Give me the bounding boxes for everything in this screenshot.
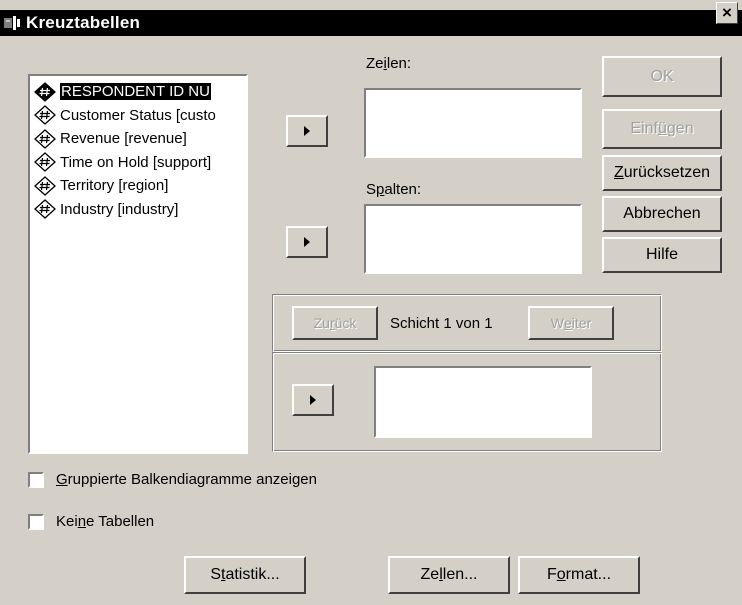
- variable-label: Customer Status [custo: [60, 106, 216, 124]
- rows-target-list[interactable]: [364, 88, 582, 158]
- cells-button[interactable]: Ze l len...: [388, 556, 510, 594]
- numeric-variable-icon: [34, 128, 60, 149]
- previous-layer-button[interactable]: Zu r ück: [292, 306, 378, 340]
- next-layer-button[interactable]: We iter: [528, 306, 614, 340]
- right-arrow-icon: [310, 395, 316, 405]
- ok-button[interactable]: OK: [602, 56, 722, 97]
- variable-list-item[interactable]: Territory [region]: [34, 174, 244, 198]
- numeric-variable-icon: [34, 175, 60, 196]
- layer-status: Schicht 1 von 1: [390, 315, 493, 332]
- right-arrow-icon: [304, 237, 310, 247]
- source-variable-list[interactable]: RESPONDENT ID NU Customer Status [custo Re…: [28, 74, 248, 454]
- clustered-bar-charts-label[interactable]: Gruppierte Balkendiagramme anzeigen: [56, 471, 317, 488]
- numeric-variable-icon: [34, 199, 60, 220]
- variable-list-item[interactable]: Time on Hold [support]: [34, 151, 244, 175]
- variable-label: Industry [industry]: [60, 200, 179, 218]
- clustered-bar-charts-checkbox[interactable]: [28, 472, 44, 488]
- statistics-button[interactable]: St atistik...: [184, 556, 306, 594]
- suppress-tables-label[interactable]: Keine Tabellen: [56, 513, 154, 530]
- variable-label: Time on Hold [support]: [60, 153, 212, 171]
- title-bar: Kreuztabellen: [0, 10, 742, 36]
- move-to-layer-button[interactable]: [292, 384, 334, 416]
- help-button[interactable]: Hilfe: [602, 237, 722, 273]
- variable-list-item[interactable]: Revenue [revenue]: [34, 127, 244, 151]
- columns-target-list[interactable]: [364, 204, 582, 274]
- suppress-tables-checkbox[interactable]: [28, 514, 44, 530]
- variable-label: RESPONDENT ID NU: [60, 83, 211, 101]
- close-button[interactable]: ×: [716, 2, 738, 24]
- variable-list-item[interactable]: Industry [industry]: [34, 198, 244, 222]
- move-to-rows-button[interactable]: [286, 115, 328, 147]
- format-button[interactable]: Fo rmat...: [518, 556, 640, 594]
- right-arrow-icon: [304, 126, 310, 136]
- numeric-variable-icon: [34, 152, 60, 173]
- variable-list-item[interactable]: RESPONDENT ID NU: [34, 80, 244, 104]
- reset-button[interactable]: Zurücksetzen: [602, 155, 722, 191]
- numeric-variable-icon: [34, 105, 60, 126]
- window-title: Kreuztabellen: [26, 13, 141, 32]
- columns-label: Spalten:: [366, 181, 422, 198]
- variable-label: Revenue [revenue]: [60, 130, 187, 148]
- rows-label: Zeilen:: [366, 55, 412, 72]
- app-icon[interactable]: [0, 10, 26, 36]
- variable-list-item[interactable]: Customer Status [custo: [34, 104, 244, 128]
- layer-target-list[interactable]: [374, 366, 592, 438]
- move-to-columns-button[interactable]: [286, 226, 328, 258]
- cancel-button[interactable]: Abbrechen: [602, 196, 722, 232]
- variable-label: Territory [region]: [60, 177, 169, 195]
- numeric-variable-icon: [34, 81, 60, 102]
- paste-button[interactable]: Einf ü gen: [602, 109, 722, 149]
